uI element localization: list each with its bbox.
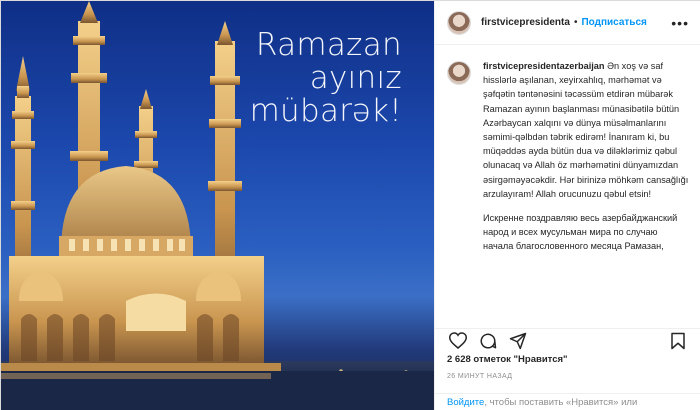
post-caption: firstvicepresidentazerbaijan Ən xoş və s… (447, 59, 689, 254)
post-image[interactable]: Ramazan ayınız mübarək! (1, 1, 434, 410)
caption-text-ru: Искренне поздравляю весь азербайджанский… (483, 213, 678, 252)
login-link[interactable]: Войдите (447, 397, 484, 408)
likes-count[interactable]: 2 628 отметок "Нравится" (447, 354, 568, 365)
more-options-icon[interactable]: ••• (671, 15, 689, 31)
bookmark-icon[interactable] (667, 330, 689, 352)
caption-avatar[interactable] (447, 61, 471, 85)
post-sidebar: firstvicepresidenta • Подписаться ••• fi… (434, 1, 700, 410)
post-timestamp[interactable]: 26 МИНУТ НАЗАД (447, 373, 512, 380)
header-separator: • (573, 17, 578, 28)
follow-button[interactable]: Подписаться (581, 17, 646, 28)
greeting-line-1: Ramazan (255, 27, 402, 63)
post-header: firstvicepresidenta • Подписаться ••• (435, 1, 700, 45)
caption-username[interactable]: firstvicepresidentazerbaijan (483, 61, 605, 71)
caption-body: firstvicepresidentazerbaijan Ən xoş və s… (483, 59, 689, 254)
avatar[interactable] (447, 10, 471, 35)
greeting-line-3: mübarək! (249, 93, 402, 129)
share-icon[interactable] (507, 330, 529, 352)
comment-icon[interactable] (477, 330, 499, 352)
login-prompt-text: , чтобы поставить «Нравится» или (484, 397, 638, 408)
action-bar (435, 328, 700, 352)
heart-icon[interactable] (447, 330, 469, 352)
greeting-line-2: ayınız (309, 60, 402, 96)
instagram-post: Ramazan ayınız mübarək! firstvicepreside… (0, 0, 700, 410)
image-greeting-text: Ramazan ayınız mübarək! (250, 29, 402, 128)
comments-area[interactable]: firstvicepresidentazerbaijan Ən xoş və s… (435, 53, 700, 323)
login-prompt: Войдите, чтобы поставить «Нравится» или (435, 393, 700, 410)
header-username[interactable]: firstvicepresidenta (481, 17, 570, 28)
caption-text-az: Ən xoş və saf hisslərlə aşılanan, xeyirx… (483, 61, 689, 199)
